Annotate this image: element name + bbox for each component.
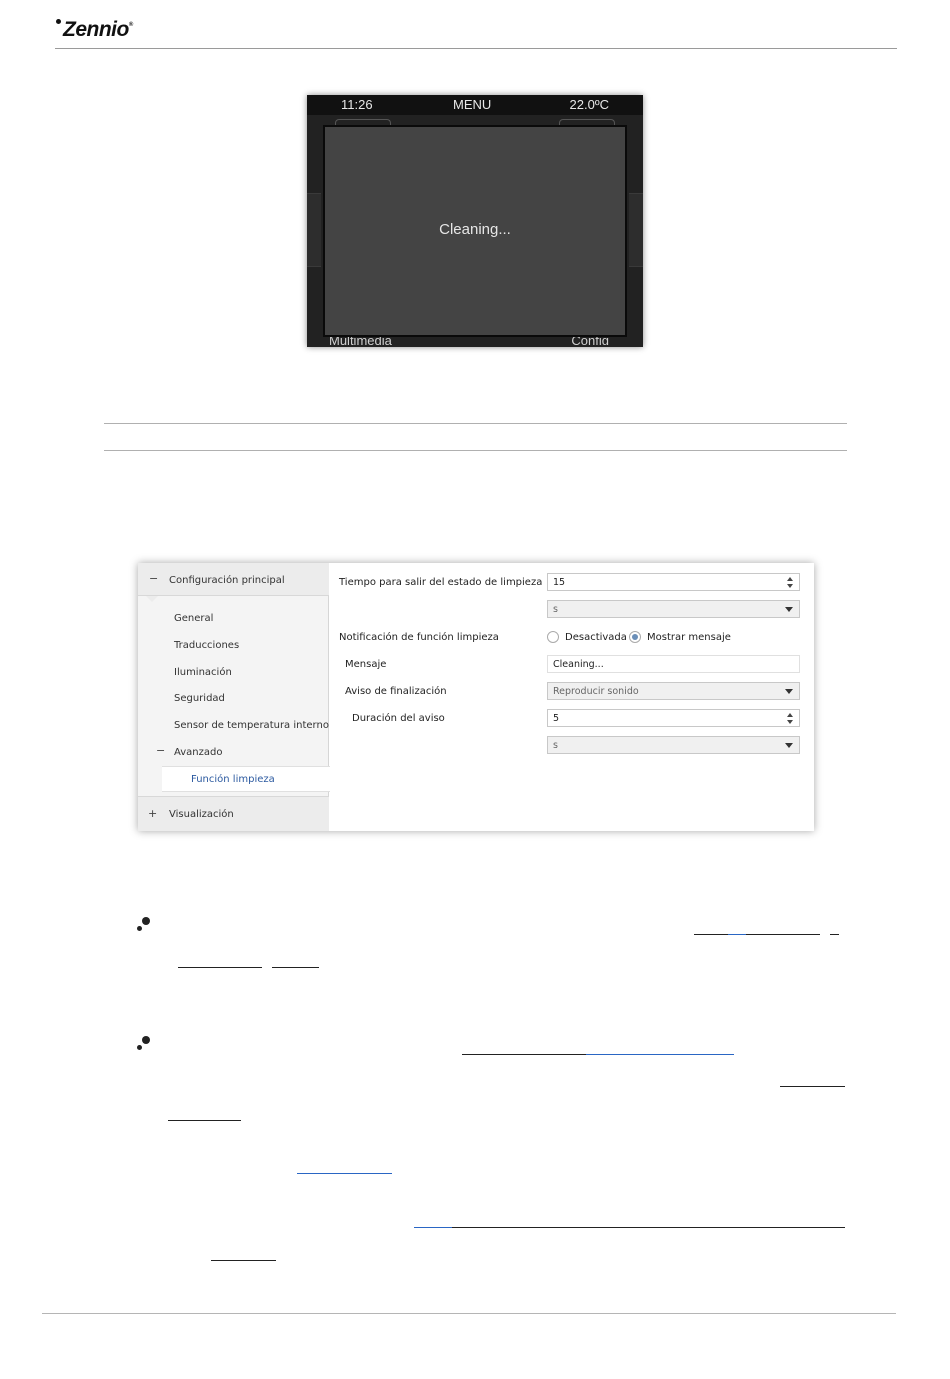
tree-item-sensor-temperatura[interactable]: Sensor de temperatura interno: [174, 720, 329, 731]
link-underline[interactable]: [414, 1227, 452, 1228]
cleaning-popup: Cleaning...: [323, 125, 627, 337]
expand-icon[interactable]: +: [148, 807, 157, 820]
bullet-icon: [137, 917, 151, 933]
tree-item-iluminacion[interactable]: Iluminación: [174, 667, 232, 678]
exit-time-label: Tiempo para salir del estado de limpieza: [339, 577, 543, 588]
table-rule-bottom: [104, 450, 847, 451]
device-bottom-right-label: Config: [571, 337, 609, 345]
end-notice-label: Aviso de finalización: [345, 686, 447, 697]
link-underline[interactable]: [462, 1054, 586, 1055]
duration-value: 5: [553, 713, 560, 724]
tree-section-display[interactable]: + Visualización: [138, 796, 329, 831]
link-underline[interactable]: [168, 1120, 241, 1121]
ets-parameter-window: − Configuración principal General Traduc…: [138, 563, 814, 831]
spin-up-icon[interactable]: [787, 577, 793, 581]
tree-item-general[interactable]: General: [174, 613, 213, 624]
bullet-icon: [137, 1036, 151, 1052]
device-status-bar: 11:26 MENU 22.0ºC: [307, 95, 643, 115]
device-screen: 11:26 MENU 22.0ºC Multimedia Config Clea…: [307, 95, 643, 347]
device-temperature: 22.0ºC: [569, 97, 609, 112]
exit-time-value: 15: [553, 577, 566, 588]
radio-mostrar-mensaje-label[interactable]: Mostrar mensaje: [647, 632, 731, 643]
tree-item-avanzado[interactable]: Avanzado: [174, 747, 222, 758]
tree-section-main[interactable]: − Configuración principal: [138, 563, 329, 596]
zennio-logo: Zennio®: [56, 18, 133, 42]
tree-item-seguridad[interactable]: Seguridad: [174, 693, 225, 704]
device-time: 11:26: [341, 97, 373, 112]
chevron-down-icon: [785, 607, 793, 612]
parameter-tree: − Configuración principal General Traduc…: [138, 563, 330, 831]
tree-notch: [146, 596, 158, 602]
device-side-button-left: [307, 193, 321, 267]
collapse-icon[interactable]: −: [156, 744, 165, 757]
link-underline[interactable]: [746, 934, 820, 935]
footer-divider: [42, 1313, 896, 1314]
table-rule-top: [104, 423, 847, 424]
chevron-down-icon: [785, 743, 793, 748]
exit-time-unit-select[interactable]: s: [547, 600, 800, 618]
link-underline[interactable]: [830, 934, 839, 935]
tree-item-funcion-limpieza[interactable]: Función limpieza: [191, 774, 275, 785]
header-divider: [55, 48, 897, 49]
link-underline[interactable]: [452, 1227, 845, 1228]
link-underline[interactable]: [780, 1086, 845, 1087]
duration-unit-value: s: [553, 740, 558, 751]
message-value: Cleaning...: [553, 659, 604, 670]
chevron-down-icon: [785, 689, 793, 694]
link-underline[interactable]: [586, 1054, 734, 1055]
message-input[interactable]: Cleaning...: [547, 655, 800, 673]
message-label: Mensaje: [345, 659, 387, 670]
tree-item-traducciones[interactable]: Traducciones: [174, 640, 239, 651]
device-menu-title: MENU: [453, 97, 492, 112]
cleaning-popup-text: Cleaning...: [439, 221, 511, 238]
radio-desactivada-label[interactable]: Desactivada: [565, 632, 627, 643]
link-underline[interactable]: [694, 934, 728, 935]
end-notice-select[interactable]: Reproducir sonido: [547, 682, 800, 700]
link-underline[interactable]: [728, 934, 746, 935]
spin-down-icon[interactable]: [787, 720, 793, 724]
radio-mostrar-mensaje[interactable]: [629, 631, 641, 643]
notification-label: Notificación de función limpieza: [339, 632, 499, 643]
exit-time-unit-value: s: [553, 604, 558, 615]
duration-input[interactable]: 5: [547, 709, 800, 727]
link-underline[interactable]: [178, 967, 262, 968]
duration-label: Duración del aviso: [352, 713, 445, 724]
end-notice-value: Reproducir sonido: [553, 686, 639, 697]
collapse-icon[interactable]: −: [149, 572, 158, 585]
link-underline[interactable]: [272, 967, 319, 968]
spin-down-icon[interactable]: [787, 584, 793, 588]
exit-time-input[interactable]: 15: [547, 573, 800, 591]
link-underline[interactable]: [297, 1173, 392, 1174]
tree-item-visualizacion[interactable]: Visualización: [169, 809, 234, 820]
duration-unit-select[interactable]: s: [547, 736, 800, 754]
link-underline[interactable]: [211, 1260, 276, 1261]
device-bottom-left-label: Multimedia: [329, 337, 392, 345]
radio-desactivada[interactable]: [547, 631, 559, 643]
device-side-button-right: [629, 193, 643, 267]
tree-item-main[interactable]: Configuración principal: [169, 575, 285, 586]
spin-up-icon[interactable]: [787, 713, 793, 717]
